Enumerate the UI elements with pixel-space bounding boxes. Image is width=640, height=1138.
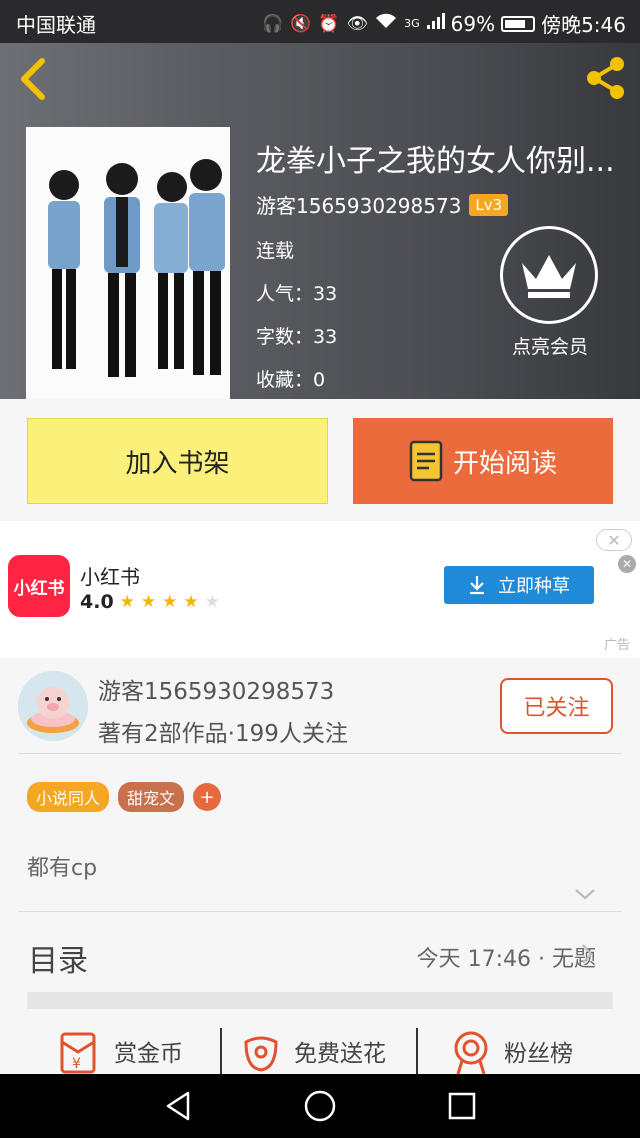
popularity: 人气：33: [256, 283, 338, 305]
ad-close-button[interactable]: ✕: [618, 555, 636, 573]
signal-icon: [426, 13, 445, 34]
book-cover[interactable]: [26, 127, 230, 399]
cover-image: [26, 127, 230, 399]
chevron-down-icon: [575, 889, 595, 900]
expand-button[interactable]: [574, 886, 596, 900]
close-icon: ✕: [607, 530, 621, 550]
add-tag-button[interactable]: +: [193, 783, 222, 811]
follow-button[interactable]: 已关注: [500, 678, 613, 734]
star-icon: ★: [162, 592, 178, 612]
toc-open-button[interactable]: [580, 942, 594, 966]
table-of-contents[interactable]: 目录: [28, 936, 88, 980]
close-icon: ✕: [621, 557, 633, 571]
author-name[interactable]: 游客1565930298573: [256, 190, 461, 219]
vip-button[interactable]: 点亮会员: [500, 226, 600, 359]
chevron-right-icon: [582, 944, 593, 964]
star-icon: ★: [140, 592, 157, 612]
triangle-back-icon: [166, 1091, 190, 1121]
author-name[interactable]: 游客1565930298573: [98, 672, 334, 706]
author-stats: 著有2部作品·199人关注: [98, 721, 348, 747]
square-recents-icon: [448, 1092, 476, 1120]
eye-icon: 👁: [346, 13, 369, 34]
star-icon: ★: [183, 592, 199, 612]
vip-label: 点亮会员: [511, 336, 588, 358]
ad-dismiss-button[interactable]: ✕: [596, 529, 632, 551]
book-header: 龙拳小子之我的女人你别... 游客1565930298573 Lv3 连载 人气…: [0, 43, 640, 399]
follow-label: 已关注: [523, 696, 590, 721]
ad-cta-label: 立即种草: [498, 576, 570, 597]
carrier-name: 中国联通: [16, 13, 96, 37]
action-buttons: 加入书架 开始阅读: [0, 399, 640, 521]
divider: [18, 911, 622, 912]
system-nav-bar: [0, 1074, 640, 1138]
toolbar-divider: [416, 1028, 418, 1074]
section-separator: [27, 992, 613, 1009]
book-title: 龙拳小子之我的女人你别...: [256, 144, 615, 179]
serial-status: 连载: [256, 240, 295, 262]
ad-rating: 4.0 ★ ★ ★ ★ ★: [80, 591, 220, 613]
latest-chapter[interactable]: 今天 17:46 · 无题: [417, 941, 596, 973]
status-bar: 中国联通 🎧 🔇 ⏰ 👁 3G 69% 傍晚5:46: [0, 0, 640, 43]
nav-recents-button[interactable]: [444, 1088, 480, 1124]
fans-ranking-button[interactable]: 粉丝榜: [450, 1028, 573, 1074]
interaction-toolbar: ¥ 赏金币 免费送花 粉丝榜: [0, 1028, 640, 1074]
circle-home-icon: [304, 1090, 336, 1122]
tag-item[interactable]: 小说同人: [27, 782, 110, 812]
network-type: 3G: [404, 17, 420, 30]
chevron-left-icon: [21, 58, 45, 100]
ad-rating-score: 4.0: [80, 591, 114, 613]
ad-banner[interactable]: ✕ ✕ 小红书 小红书 4.0 ★ ★ ★ ★ ★ 立即种草 广告: [0, 521, 640, 658]
start-reading-label: 开始阅读: [452, 448, 557, 479]
star-empty-icon: ★: [204, 592, 220, 612]
toolbar-divider: [220, 1028, 222, 1074]
reward-coins-button[interactable]: ¥ 赏金币: [56, 1028, 183, 1074]
send-flower-button[interactable]: 免费送花: [240, 1028, 386, 1074]
start-reading-button[interactable]: 开始阅读: [353, 418, 613, 504]
ad-install-button[interactable]: 立即种草: [444, 566, 594, 604]
battery-percent: 69%: [450, 11, 496, 36]
clock: 傍晚5:46: [541, 13, 626, 37]
nav-home-button[interactable]: [302, 1088, 338, 1124]
nav-back-button[interactable]: [160, 1088, 196, 1124]
headphone-icon: 🎧: [261, 13, 284, 34]
svg-text:¥: ¥: [72, 1056, 81, 1072]
share-button[interactable]: [582, 55, 628, 101]
fans-label: 粉丝榜: [504, 1041, 573, 1067]
tag-list: 小说同人 甜宠文 +: [27, 782, 222, 812]
status-icons: 🎧 🔇 ⏰ 👁 3G: [262, 13, 445, 34]
author-section: 游客1565930298573 著有2部作品·199人关注 已关注 小说同人 甜…: [0, 658, 640, 1074]
avatar[interactable]: [18, 671, 88, 741]
wifi-icon: [375, 13, 397, 34]
add-to-shelf-label: 加入书架: [125, 448, 230, 479]
book-icon: [409, 440, 443, 482]
favorites-count: 收藏：0: [256, 369, 326, 391]
flower-label: 免费送花: [294, 1041, 386, 1067]
silent-icon: 🔇: [290, 13, 312, 34]
author-row[interactable]: 游客1565930298573 Lv3: [256, 190, 509, 219]
divider: [18, 753, 622, 754]
battery-icon: [501, 15, 536, 32]
medal-icon: [454, 1031, 488, 1074]
download-icon: [470, 576, 484, 595]
red-envelope-icon: ¥: [60, 1032, 96, 1074]
status-right: 🎧 🔇 ⏰ 👁 3G 69% 傍晚5:46: [262, 9, 626, 38]
add-to-shelf-button[interactable]: 加入书架: [27, 418, 328, 504]
ad-app-logo: 小红书: [8, 555, 70, 617]
level-badge: Lv3: [469, 193, 509, 216]
word-count: 字数：33: [256, 326, 338, 348]
tag-item[interactable]: 甜宠文: [118, 782, 185, 812]
crown-icon: [500, 226, 598, 324]
reward-label: 赏金币: [114, 1041, 183, 1067]
star-icon: ★: [119, 592, 135, 612]
ad-label: 广告: [603, 638, 630, 653]
ad-app-name: 小红书: [80, 565, 140, 589]
share-icon: [587, 57, 624, 99]
back-button[interactable]: [14, 57, 54, 101]
flower-icon: [244, 1036, 278, 1072]
book-description: 都有cp: [27, 856, 98, 881]
alarm-icon: ⏰: [318, 13, 340, 34]
